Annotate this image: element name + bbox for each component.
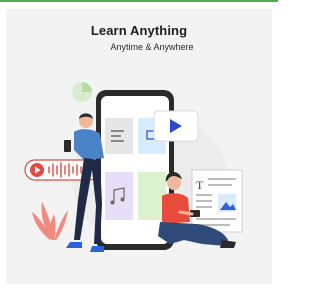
learning-illustration: T	[24, 82, 243, 252]
text-type-icon: T	[196, 178, 204, 192]
man-phone	[64, 140, 71, 152]
standing-person	[64, 113, 104, 252]
document-sheet: T	[191, 169, 243, 233]
woman-head	[167, 176, 181, 190]
woman-shirt	[162, 193, 190, 224]
pie-chart-icon	[72, 82, 92, 102]
tile-music[interactable]	[105, 172, 133, 220]
video-player-card[interactable]	[153, 110, 199, 142]
plant-decoration	[32, 202, 68, 240]
tile-green[interactable]	[138, 172, 166, 220]
